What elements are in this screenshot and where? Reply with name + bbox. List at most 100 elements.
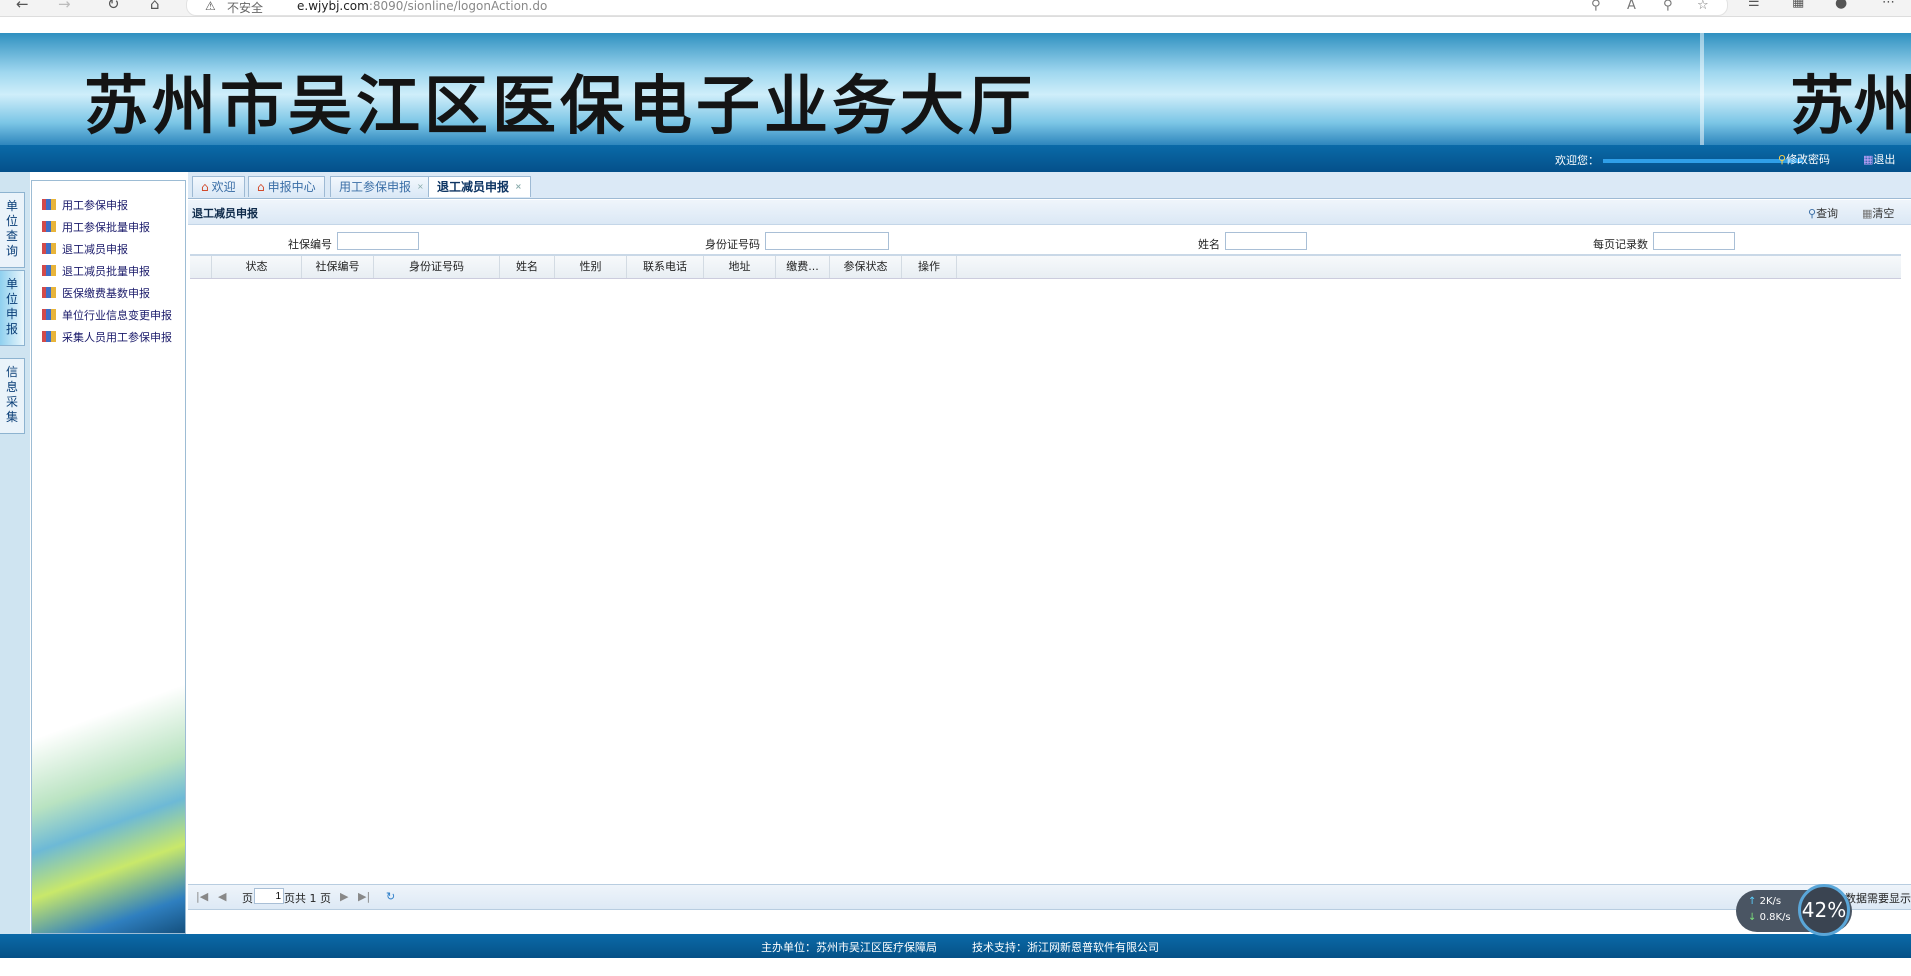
- download-speed-value: 0.8K/s: [1759, 912, 1791, 923]
- page-size-input[interactable]: [1653, 232, 1735, 250]
- chart-icon: [42, 265, 56, 276]
- category-strip: 单位查询 单位申报 信息采集: [0, 172, 30, 934]
- footer-host: 主办单位：苏州市吴江区医疗保障局: [761, 941, 937, 954]
- trash-icon: ▦: [1862, 207, 1873, 220]
- category-tab-info-collect[interactable]: 信息采集: [0, 358, 25, 434]
- logout-link[interactable]: ▦退出: [1863, 151, 1895, 167]
- menu-item-employment-insurance-batch[interactable]: 用工参保批量申报: [42, 219, 150, 237]
- menu-item-label: 医保缴费基数申报: [62, 287, 150, 300]
- name-input[interactable]: [1225, 232, 1307, 250]
- url-host: e.wjybj.com: [297, 0, 369, 13]
- favorite-add-icon[interactable]: ☆: [1697, 0, 1709, 13]
- category-tab-label: 信息采集: [5, 365, 18, 424]
- logout-icon: ▦: [1863, 153, 1874, 166]
- upload-speed-value: 2K/s: [1759, 896, 1782, 907]
- change-password-label: 修改密码: [1786, 153, 1831, 166]
- close-icon[interactable]: ×: [515, 182, 522, 191]
- query-button[interactable]: ⚲查询: [1808, 205, 1838, 221]
- next-page-icon[interactable]: ▶: [340, 890, 348, 903]
- page-number-input[interactable]: [254, 888, 284, 904]
- grid-header-rownum: [190, 256, 212, 278]
- grid-header: 状态 社保编号 身份证号码 姓名 性别 联系电话 地址 缴费... 参保状态 操…: [190, 256, 1901, 279]
- change-password-link[interactable]: ⚲修改密码: [1778, 151, 1830, 167]
- name-label: 姓名: [1198, 238, 1220, 251]
- search-form: 社保编号 身份证号码 姓名 每页记录数: [188, 225, 1911, 255]
- column-header[interactable]: 参保状态: [830, 256, 902, 278]
- home-icon: ⌂: [257, 180, 265, 194]
- home-icon[interactable]: ⌂: [150, 0, 160, 13]
- id-no-input[interactable]: [765, 232, 889, 250]
- page-total: 页共 1 页: [284, 892, 331, 905]
- main-content: ⌂ 欢迎 ⌂ 申报中心 用工参保申报 × 退工减员申报 × 退工减员申报 ⚲查询 ▦清空…: [188, 172, 1911, 934]
- category-tab-unit-declare[interactable]: 单位申报: [0, 270, 25, 346]
- tab-label: 用工参保申报: [339, 180, 412, 194]
- refresh-icon[interactable]: ↻: [386, 890, 395, 903]
- key-icon[interactable]: ⚲: [1591, 0, 1601, 13]
- collections-icon[interactable]: ▦: [1792, 0, 1804, 10]
- refresh-icon[interactable]: ↻: [107, 0, 120, 13]
- menu-item-staff-reduction-batch[interactable]: 退工减员批量申报: [42, 263, 150, 281]
- category-tab-label: 单位申报: [5, 277, 18, 336]
- zoom-icon[interactable]: ⚲: [1663, 0, 1673, 13]
- panel-header: 退工减员申报 ⚲查询 ▦清空: [188, 200, 1911, 225]
- prev-page-icon[interactable]: ◀: [218, 890, 226, 903]
- welcome-label: 欢迎您：: [1555, 154, 1599, 167]
- menu-item-contribution-base[interactable]: 医保缴费基数申报: [42, 285, 150, 303]
- url-text[interactable]: e.wjybj.com:8090/sionline/logonAction.do: [297, 0, 547, 13]
- close-icon[interactable]: ×: [417, 182, 424, 191]
- footer-support: 技术支持：浙江网新恩普软件有限公司: [972, 941, 1159, 954]
- menu-item-staff-reduction[interactable]: 退工减员申报: [42, 241, 128, 259]
- sidebar-menu: 用工参保申报 用工参保批量申报 退工减员申报 退工减员批量申报 医保缴费基数申报…: [31, 180, 186, 934]
- read-aloud-icon[interactable]: A: [1627, 0, 1636, 13]
- social-no-input[interactable]: [337, 232, 419, 250]
- tab-declare-center[interactable]: ⌂ 申报中心: [248, 176, 325, 197]
- download-speed: ↓ 0.8K/s: [1748, 912, 1791, 923]
- menu-item-collected-staff-insurance[interactable]: 采集人员用工参保申报: [42, 329, 172, 347]
- banner-title-repeat: 苏州: [1790, 69, 1911, 144]
- pagination-bar: |◀ ◀ 页 页共 1 页 ▶ ▶| ↻ 没有数据需要显示: [188, 884, 1911, 910]
- page-size-label: 每页记录数: [1593, 238, 1648, 251]
- panel-title: 退工减员申报: [192, 207, 258, 220]
- column-header[interactable]: 姓名: [500, 256, 555, 278]
- first-page-icon[interactable]: |◀: [196, 890, 208, 903]
- profile-avatar-icon[interactable]: ●: [1835, 0, 1847, 11]
- menu-item-employment-insurance[interactable]: 用工参保申报: [42, 197, 128, 215]
- page-label: 页: [242, 892, 253, 905]
- tab-staff-reduction[interactable]: 退工减员申报 ×: [428, 176, 531, 197]
- favorites-icon[interactable]: ☰: [1748, 0, 1760, 10]
- more-icon[interactable]: ⋯: [1882, 0, 1895, 10]
- category-tab-label: 单位查询: [5, 199, 18, 258]
- chart-icon: [42, 243, 56, 254]
- tab-employment-insurance[interactable]: 用工参保申报 ×: [330, 176, 433, 197]
- url-path: :8090/sionline/logonAction.do: [368, 0, 548, 13]
- upload-arrow-icon: ↑: [1748, 896, 1757, 907]
- menu-item-label: 退工减员申报: [62, 243, 128, 256]
- sidebar-decoration: [32, 633, 185, 933]
- download-arrow-icon: ↓: [1748, 912, 1757, 923]
- column-header[interactable]: 身份证号码: [374, 256, 500, 278]
- menu-item-industry-change[interactable]: 单位行业信息变更申报: [42, 307, 172, 325]
- chart-icon: [42, 221, 56, 232]
- banner-divider: [1700, 33, 1704, 145]
- data-grid: 状态 社保编号 身份证号码 姓名 性别 联系电话 地址 缴费... 参保状态 操…: [190, 254, 1901, 886]
- upload-speed: ↑ 2K/s: [1748, 896, 1781, 907]
- logout-label: 退出: [1873, 153, 1896, 166]
- column-header[interactable]: 性别: [555, 256, 627, 278]
- column-header[interactable]: 状态: [212, 256, 302, 278]
- column-header[interactable]: 联系电话: [627, 256, 704, 278]
- last-page-icon[interactable]: ▶|: [358, 890, 370, 903]
- column-header[interactable]: 操作: [902, 256, 957, 278]
- column-header[interactable]: 地址: [704, 256, 776, 278]
- column-header[interactable]: 社保编号: [302, 256, 374, 278]
- back-icon[interactable]: ←: [16, 0, 29, 13]
- chart-icon: [42, 331, 56, 342]
- forward-icon[interactable]: →: [58, 0, 71, 13]
- clear-button[interactable]: ▦清空: [1862, 205, 1894, 221]
- column-header[interactable]: 缴费...: [776, 256, 830, 278]
- network-monitor-widget[interactable]: ↑ 2K/s ↓ 0.8K/s 42%: [1736, 884, 1852, 936]
- clear-label: 清空: [1872, 207, 1895, 220]
- category-tab-unit-query[interactable]: 单位查询: [0, 192, 25, 268]
- browser-toolbar: ← → ↻ ⌂ ⚠ 不安全 e.wjybj.com:8090/sionline/…: [0, 0, 1911, 17]
- tab-welcome[interactable]: ⌂ 欢迎: [192, 176, 245, 197]
- address-bar[interactable]: ⚠ 不安全 e.wjybj.com:8090/sionline/logonAct…: [186, 0, 1728, 16]
